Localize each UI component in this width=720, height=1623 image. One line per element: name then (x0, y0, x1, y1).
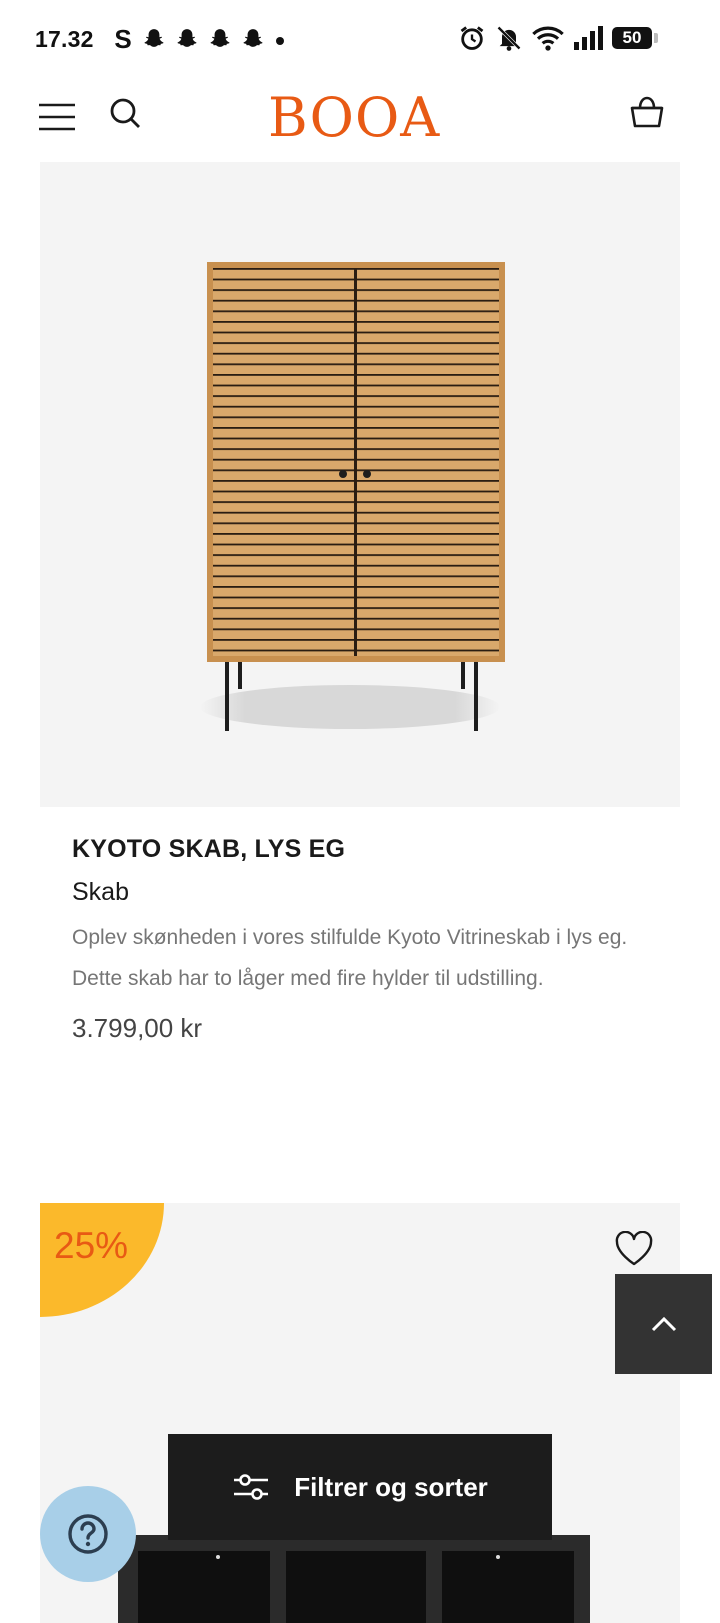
basket-button[interactable] (628, 94, 666, 130)
basket-icon (630, 96, 664, 128)
snapchat-icon (177, 28, 197, 47)
dot-icon (276, 36, 284, 45)
menu-icon (39, 103, 75, 131)
bell-off-icon (497, 26, 521, 51)
product-image[interactable]: 25% (40, 1203, 680, 1623)
filter-sort-button[interactable]: Filtrer og sorter (168, 1434, 552, 1540)
cabinet-image (200, 262, 505, 731)
brand-logo[interactable]: BOOA (268, 86, 440, 149)
search-icon (110, 98, 140, 128)
search-button[interactable] (108, 96, 142, 130)
notification-icons: S (112, 24, 287, 55)
product-price: 3.799,00 kr (72, 1013, 203, 1043)
filter-sort-label: Filtrer og sorter (294, 1471, 488, 1502)
status-time: 17.32 (35, 26, 94, 52)
system-icons: 50 (458, 24, 658, 52)
chevron-up-icon (651, 1316, 676, 1332)
app-s-icon: S (114, 24, 132, 54)
product-title[interactable]: KYOTO SKAB, LYS EG (72, 835, 652, 864)
product-description: Oplev skønheden i vores stilfulde Kyoto … (72, 926, 628, 990)
status-bar: 17.32 S 50 (0, 0, 720, 80)
question-icon (68, 1514, 108, 1554)
scroll-to-top-button[interactable] (615, 1274, 712, 1374)
product-image[interactable] (40, 162, 680, 807)
product-info[interactable]: KYOTO SKAB, LYS EG Skab Oplev skønheden … (72, 835, 652, 1044)
help-button[interactable] (40, 1486, 136, 1582)
wifi-icon (532, 26, 564, 51)
sliders-icon (234, 1474, 269, 1500)
snapchat-icon (243, 28, 263, 47)
alarm-icon (460, 26, 484, 50)
snapchat-icon (210, 28, 230, 47)
menu-button[interactable] (38, 100, 76, 134)
cabinet-black-image (118, 1535, 590, 1623)
product-category: Skab (72, 878, 129, 906)
site-header: BOOA (0, 80, 720, 160)
signal-icon (574, 26, 603, 50)
snapchat-icon (144, 28, 164, 47)
battery-icon: 50 (612, 27, 658, 49)
